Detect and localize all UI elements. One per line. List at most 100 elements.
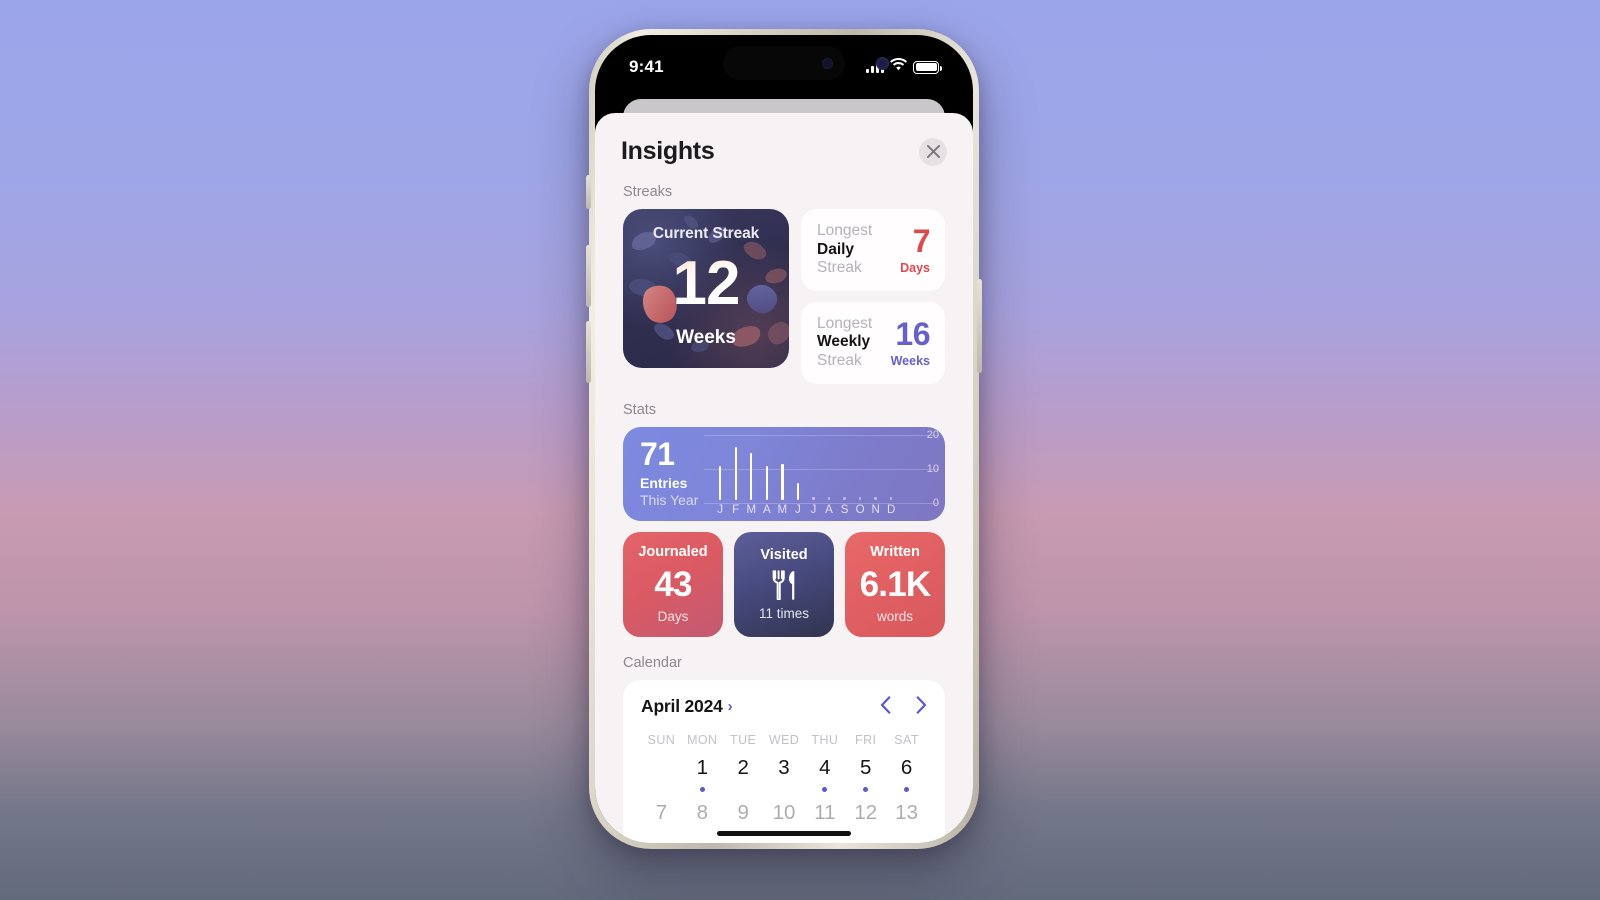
wallpaper-background: 9:41 Insights Streaks Current Streak 12 …: [0, 0, 1600, 900]
chart-bar-slot: [806, 435, 822, 500]
tile-visited-title: Visited: [760, 547, 808, 564]
insights-sheet: Insights Streaks Current Streak 12 Weeks…: [595, 113, 973, 843]
calendar-prev-button[interactable]: [880, 695, 891, 717]
calendar-next-button[interactable]: [916, 695, 927, 717]
tile-journaled-unit: Days: [657, 609, 689, 625]
calendar-entry-dot: [863, 832, 868, 837]
longest-daily-unit: Days: [900, 261, 930, 276]
longest-weekly-value: 16: [895, 315, 930, 352]
calendar-month-label: April 2024: [641, 695, 723, 716]
chart-month-label: A: [762, 503, 771, 516]
calendar-day-number: 4: [819, 755, 831, 779]
volume-up-button[interactable]: [586, 245, 591, 307]
calendar-day-cell[interactable]: 3: [764, 756, 805, 792]
chart-bar: [718, 466, 722, 500]
chart-bar: [734, 447, 737, 500]
front-camera-icon: [822, 57, 833, 69]
calendar-day-header: SUN: [647, 732, 676, 747]
entries-chart-card[interactable]: 71 Entries This Year 0 10 20 JFMAMJJASOND: [623, 426, 945, 521]
chart-bar-slot: [759, 435, 775, 500]
chart-axis-tick: 0: [932, 496, 939, 509]
calendar-entry-dot: [863, 786, 869, 792]
entries-value: 71: [640, 435, 675, 472]
streaks-row: Current Streak 12 Weeks Longest Daily St…: [595, 209, 973, 384]
calendar-day-cell[interactable]: 2: [723, 756, 764, 792]
calendar-day-cell[interactable]: 6: [886, 756, 927, 792]
calendar-day-number: 12: [854, 800, 878, 824]
chart-bar-slot: [883, 435, 899, 500]
chevron-right-icon: ›: [727, 697, 733, 715]
power-button[interactable]: [977, 279, 982, 373]
chart-month-label: J: [717, 503, 724, 516]
calendar-day-number: 11: [814, 800, 836, 824]
calendar-day-number: 13: [895, 800, 918, 824]
calendar-entry-dot: [700, 832, 705, 837]
chart-bar-slot: [790, 435, 806, 500]
calendar-entry-dot: [659, 787, 664, 792]
calendar-entry-dot: [904, 786, 910, 792]
calendar-day-header: MON: [687, 732, 718, 747]
chart-bar: [750, 452, 753, 500]
calendar-day-number: 1: [696, 755, 708, 779]
calendar-entry-dot: [822, 786, 828, 792]
chart-bar-slot: [775, 435, 791, 500]
calendar-month-selector[interactable]: April 2024 ›: [641, 696, 733, 717]
chart-bar-slot: [821, 435, 837, 500]
tile-written-value: 6.1K: [859, 565, 932, 605]
chart-bar-slot: [712, 435, 728, 500]
chart-month-label: M: [746, 503, 757, 516]
calendar-day-header: THU: [811, 732, 839, 747]
home-indicator[interactable]: [717, 831, 851, 836]
silent-switch[interactable]: [586, 175, 591, 209]
entries-summary: 71 Entries This Year: [623, 427, 698, 521]
calendar-day-cell[interactable]: 4: [804, 756, 845, 792]
stat-tiles-row: Journaled 43 Days Visited 11 times Writt…: [595, 531, 973, 637]
longest-weekly-line1: Longest: [817, 314, 873, 332]
calendar-day-cell[interactable]: 12: [845, 801, 886, 837]
chart-bar-slot: [852, 435, 868, 500]
calendar-day-header: FRI: [855, 732, 877, 747]
longest-weekly-streak-card[interactable]: Longest Weekly Streak 16 Weeks: [801, 301, 945, 384]
longest-daily-stat: 7 Days: [900, 225, 930, 275]
calendar-day-cell[interactable]: 13: [886, 801, 927, 837]
chart-month-label: D: [887, 503, 896, 516]
section-label-stats: Stats: [623, 401, 657, 418]
chart-month-label: N: [871, 503, 880, 516]
chart-bar: [812, 497, 815, 500]
chart-bars: [712, 435, 899, 500]
battery-full-icon: [913, 60, 942, 74]
longest-daily-labels: Longest Daily Streak: [817, 222, 872, 278]
chart-bar: [874, 497, 877, 500]
calendar-day-header: TUE: [730, 732, 757, 747]
current-streak-value: 12: [672, 249, 741, 318]
tile-written-title: Written: [870, 544, 920, 561]
calendar-card: April 2024 › SUN MON TUE WED THU FRI SAT…: [623, 679, 945, 843]
calendar-day-cell[interactable]: 7: [641, 801, 682, 837]
calendar-day-headers: SUN MON TUE WED THU FRI SAT: [641, 733, 927, 747]
phone-screen: 9:41 Insights Streaks Current Streak 12 …: [595, 35, 973, 843]
calendar-day-cell[interactable]: 1: [682, 756, 723, 792]
tile-journaled-title: Journaled: [638, 544, 708, 561]
chart-bar-slot: [837, 435, 853, 500]
calendar-entry-dot: [782, 787, 787, 792]
chart-bar: [796, 483, 800, 500]
tile-visited[interactable]: Visited 11 times: [734, 531, 834, 637]
chart-month-label: J: [795, 503, 801, 516]
longest-daily-line1: Longest: [817, 222, 873, 239]
volume-down-button[interactable]: [586, 321, 591, 383]
tile-journaled[interactable]: Journaled 43 Days: [623, 531, 723, 637]
calendar-day-number: 7: [655, 800, 668, 824]
longest-weekly-stat: 16 Weeks: [891, 315, 931, 368]
tile-written[interactable]: Written 6.1K words: [845, 531, 945, 637]
entries-bar-chart: 0 10 20 JFMAMJJASOND: [704, 429, 939, 517]
current-streak-card[interactable]: Current Streak 12 Weeks: [623, 209, 789, 368]
chart-bar: [765, 466, 768, 500]
calendar-grid: 1 2 3 4 5 6 7 8 9 10 11 12 13: [641, 756, 927, 837]
face-id-sensor-icon: [876, 56, 889, 70]
entries-label-primary: Entries: [640, 474, 688, 491]
tile-visited-count: 11 times: [758, 606, 810, 622]
longest-daily-streak-card[interactable]: Longest Daily Streak 7 Days: [801, 209, 945, 291]
close-button[interactable]: [919, 137, 947, 166]
calendar-entry-dot: [741, 787, 746, 792]
calendar-day-cell[interactable]: 5: [845, 756, 886, 792]
